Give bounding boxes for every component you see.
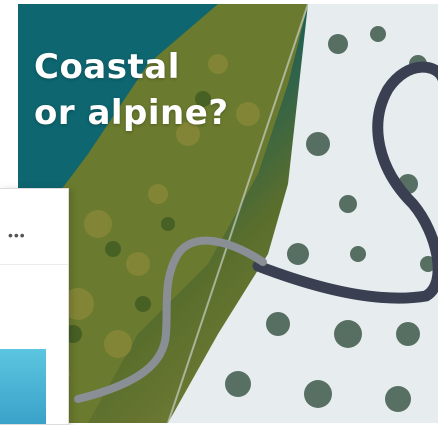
divider (0, 264, 68, 265)
hero-headline: Coastal or alpine? (34, 44, 229, 136)
headline-line-2: or alpine? (34, 93, 229, 133)
thumbnail-image[interactable] (0, 349, 46, 424)
hero-image-card[interactable]: Coastal or alpine? (18, 4, 438, 423)
headline-line-1: Coastal (34, 47, 180, 87)
side-panel-card[interactable]: ••• (0, 188, 69, 425)
more-horizontal-icon[interactable]: ••• (8, 227, 32, 243)
